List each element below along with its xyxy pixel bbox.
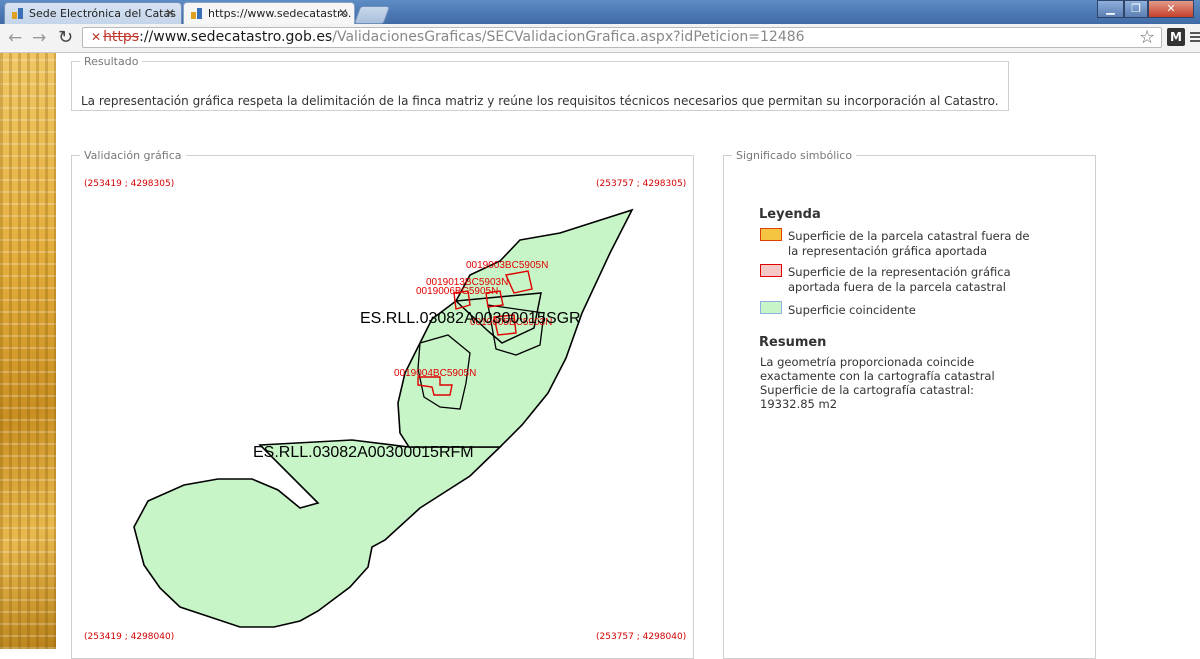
tab-label: Sede Electrónica del Catas (29, 7, 176, 20)
summary-line: Superficie de la cartografía catastral: (760, 383, 975, 397)
catastro-favicon-icon (191, 8, 202, 19)
new-tab-button[interactable] (353, 6, 391, 24)
symbols-legend: Significado simbólico (736, 149, 853, 162)
menu-icon[interactable] (1190, 32, 1200, 44)
close-window-icon[interactable]: ✕ (1148, 0, 1194, 18)
restore-icon[interactable]: ❐ (1124, 0, 1148, 18)
forward-arrow-icon[interactable]: → (32, 28, 46, 48)
parcel-label-small: 0019003BC5905N (466, 260, 548, 271)
url-scheme: https (103, 29, 140, 45)
catastro-favicon-icon (12, 8, 23, 19)
page-content: Resultado La representación gráfica resp… (0, 53, 1200, 659)
parcel-label-large: ES.RLL.03082A00300015RFM (253, 444, 474, 461)
legend-swatch-orange (760, 228, 782, 241)
reload-icon[interactable]: ↻ (58, 27, 73, 48)
legend-swatch-green (760, 301, 782, 314)
bookmark-star-icon[interactable]: ☆ (1139, 27, 1155, 48)
address-bar[interactable]: ✕ https://www.sedecatastro.gob.es/Validac… (82, 27, 1162, 48)
tab-label: https://www.sedecatastro. (208, 7, 352, 20)
tab-sede-electronica[interactable]: Sede Electrónica del Catas ✕ (4, 2, 182, 24)
back-arrow-icon[interactable]: ← (8, 28, 22, 48)
url-path: /ValidacionesGraficas/SECValidacionGrafi… (332, 29, 805, 45)
summary-title: Resumen (759, 335, 827, 350)
browser-toolbar: ← → ↻ ✕ https://www.sedecatastro.gob.es/V… (0, 24, 1200, 53)
summary-line: 19332.85 m2 (760, 397, 838, 411)
legend-swatch-pink (760, 264, 782, 277)
parcel-map[interactable]: 0019003BC5905N 0019013BC5903N 0019006BC5… (0, 53, 700, 649)
insecure-lock-icon: ✕ (91, 30, 102, 44)
window-titlebar: Sede Electrónica del Catas ✕ https://www… (0, 0, 1200, 24)
tab-close-icon[interactable]: ✕ (165, 6, 175, 20)
parcel-label-small: 0019006BC5905N (416, 286, 498, 297)
summary-line: exactamente con la cartografía catastral (760, 369, 995, 383)
tab-validacion[interactable]: https://www.sedecatastro. ✕ (183, 2, 355, 24)
parcel-label-small: 0019004BC5905N (394, 368, 476, 379)
summary-text: La geometría proporcionada coincide exac… (760, 355, 1010, 411)
minimize-icon[interactable]: ▁ (1097, 0, 1124, 18)
legend-item-label: Superficie coincidente (788, 303, 916, 317)
summary-line: La geometría proporcionada coincide (760, 355, 975, 369)
legend-title: Leyenda (759, 207, 821, 222)
parcel-rfm-shape[interactable] (133, 439, 502, 628)
tab-close-icon[interactable]: ✕ (338, 6, 348, 20)
extension-button[interactable]: M (1167, 28, 1185, 46)
legend-item-label: Superficie de la representación gráfica … (788, 265, 1011, 294)
parcel-label-large: ES.RLL.03082A00300015SGR (360, 310, 581, 327)
url-host: ://www.sedecatastro.gob.es (139, 29, 333, 45)
legend-item-label: Superficie de la parcela catastral fuera… (788, 229, 1030, 258)
